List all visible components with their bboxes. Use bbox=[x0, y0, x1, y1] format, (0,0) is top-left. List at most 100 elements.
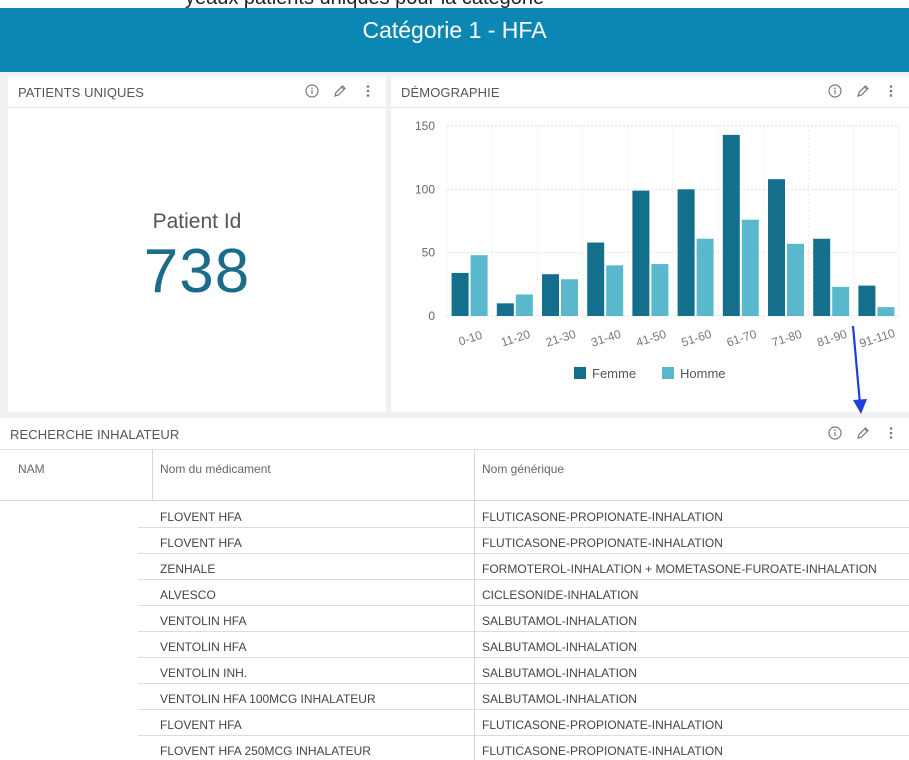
widget-title: PATIENTS UNIQUES bbox=[18, 85, 145, 100]
info-icon[interactable] bbox=[304, 83, 320, 99]
x-tick-label: 61-70 bbox=[725, 327, 759, 350]
bar-femme bbox=[722, 134, 740, 316]
drug-name-cell: VENTOLIN INH. bbox=[160, 666, 248, 680]
kpi-value: 738 bbox=[143, 237, 251, 306]
bar-homme bbox=[832, 286, 850, 316]
bar-femme bbox=[542, 274, 559, 316]
bar-femme bbox=[768, 179, 785, 316]
generic-name-cell: SALBUTAMOL-INHALATION bbox=[482, 640, 637, 654]
inhaler-table: NAM Nom du médicament Nom générique FLOV… bbox=[0, 450, 909, 760]
widget-title: RECHERCHE INHALATEUR bbox=[10, 427, 180, 442]
page-header: Catégorie 1 - HFA bbox=[0, 8, 909, 72]
bar-femme bbox=[496, 303, 514, 316]
generic-name-cell: SALBUTAMOL-INHALATION bbox=[482, 666, 637, 680]
y-tick-label: 150 bbox=[415, 119, 435, 133]
bar-homme bbox=[877, 307, 895, 316]
bar-femme bbox=[632, 190, 650, 316]
x-tick-label: 0-10 bbox=[457, 328, 484, 349]
drug-name-cell: VENTOLIN HFA bbox=[160, 640, 247, 654]
drug-name-cell: ALVESCO bbox=[160, 588, 216, 602]
more-vertical-icon[interactable] bbox=[883, 83, 899, 99]
generic-name-cell: CICLESONIDE-INHALATION bbox=[482, 588, 639, 602]
drug-name-cell: VENTOLIN HFA bbox=[160, 614, 247, 628]
table-row[interactable]: VENTOLIN INH. SALBUTAMOL-INHALATION bbox=[138, 658, 909, 684]
pencil-icon[interactable] bbox=[332, 83, 348, 99]
info-icon[interactable] bbox=[827, 83, 843, 99]
bar-femme bbox=[813, 238, 831, 316]
x-tick-label: 31-40 bbox=[589, 327, 623, 350]
drug-name-cell: ZENHALE bbox=[160, 562, 216, 576]
table-row[interactable]: FLOVENT HFA FLUTICASONE-PROPIONATE-INHALA… bbox=[138, 528, 909, 554]
bar-homme bbox=[561, 279, 578, 316]
drug-name-cell: VENTOLIN HFA 100MCG INHALATEUR bbox=[160, 692, 376, 706]
column-header-drug-name[interactable]: Nom du médicament bbox=[160, 462, 271, 476]
more-vertical-icon[interactable] bbox=[883, 425, 899, 441]
more-vertical-icon[interactable] bbox=[360, 83, 376, 99]
generic-name-cell: FLUTICASONE-PROPIONATE-INHALATION bbox=[482, 718, 723, 732]
generic-name-cell: FLUTICASONE-PROPIONATE-INHALATION bbox=[482, 536, 723, 550]
generic-name-cell: SALBUTAMOL-INHALATION bbox=[482, 614, 637, 628]
widget-title: DÉMOGRAPHIE bbox=[401, 85, 500, 100]
drug-name-cell: FLOVENT HFA 250MCG INHALATEUR bbox=[160, 744, 371, 758]
widget-header: DÉMOGRAPHIE bbox=[391, 76, 909, 108]
patients-widget: PATIENTS UNIQUES Patient Id 738 bbox=[8, 76, 386, 412]
kpi-label: Patient Id bbox=[152, 210, 242, 233]
top-strip: yeaux patients uniques pour la catégorie bbox=[0, 0, 909, 8]
legend-swatch bbox=[662, 367, 674, 379]
bar-homme bbox=[606, 265, 624, 316]
table-header: NAM Nom du médicament Nom générique bbox=[0, 450, 909, 501]
bar-homme bbox=[696, 238, 714, 316]
y-tick-label: 0 bbox=[428, 309, 435, 323]
table-row[interactable]: ALVESCO CICLESONIDE-INHALATION bbox=[138, 580, 909, 606]
x-tick-label: 21-30 bbox=[544, 327, 578, 350]
inhaler-search-widget: RECHERCHE INHALATEUR NAM Nom du médicame… bbox=[0, 418, 909, 760]
drug-name-cell: FLOVENT HFA bbox=[160, 510, 242, 524]
page-title: Catégorie 1 - HFA bbox=[362, 17, 547, 43]
drug-name-cell: FLOVENT HFA bbox=[160, 536, 242, 550]
generic-name-cell: SALBUTAMOL-INHALATION bbox=[482, 692, 637, 706]
pencil-icon[interactable] bbox=[855, 425, 871, 441]
bar-homme bbox=[741, 219, 759, 316]
bar-femme bbox=[587, 242, 605, 316]
column-divider bbox=[152, 450, 153, 501]
bar-homme bbox=[470, 255, 488, 316]
y-tick-label: 50 bbox=[422, 246, 436, 260]
pencil-icon[interactable] bbox=[855, 83, 871, 99]
bar-homme bbox=[515, 294, 533, 316]
demographics-widget: DÉMOGRAPHIE 0 50 100 150 0-10 11-20 21-30 31-40… bbox=[391, 76, 909, 412]
x-tick-label: 11-20 bbox=[499, 327, 532, 350]
x-tick-label: 41-50 bbox=[634, 327, 668, 350]
y-tick-label: 100 bbox=[415, 182, 435, 196]
generic-name-cell: FLUTICASONE-PROPIONATE-INHALATION bbox=[482, 744, 723, 758]
drug-name-cell: FLOVENT HFA bbox=[160, 718, 242, 732]
table-row[interactable]: VENTOLIN HFA SALBUTAMOL-INHALATION bbox=[138, 632, 909, 658]
demographics-bar-chart: 0 50 100 150 0-10 11-20 21-30 31-40 41-50 51-60 61… bbox=[415, 119, 900, 381]
x-tick-label: 91-110 bbox=[858, 326, 897, 351]
column-header-generic-name[interactable]: Nom générique bbox=[482, 462, 564, 476]
table-row[interactable]: VENTOLIN HFA SALBUTAMOL-INHALATION bbox=[138, 606, 909, 632]
table-row[interactable]: FLOVENT HFA 250MCG INHALATEUR FLUTICASONE… bbox=[138, 736, 909, 760]
legend-label: Femme bbox=[592, 366, 636, 381]
x-tick-label: 51-60 bbox=[680, 327, 714, 350]
x-tick-label: 71-80 bbox=[770, 327, 804, 350]
clipped-instruction-text: yeaux patients uniques pour la catégorie bbox=[185, 0, 544, 8]
bar-femme bbox=[677, 189, 695, 316]
table-row[interactable]: VENTOLIN HFA 100MCG INHALATEUR SALBUTAMOL… bbox=[138, 684, 909, 710]
legend-swatch bbox=[574, 367, 586, 379]
bar-femme bbox=[858, 285, 876, 316]
generic-name-cell: FORMOTEROL-INHALATION + MOMETASONE-FUROA… bbox=[482, 562, 877, 576]
bar-homme bbox=[651, 264, 669, 316]
bar-homme bbox=[787, 243, 804, 316]
column-divider bbox=[474, 501, 475, 760]
table-row[interactable]: FLOVENT HFA FLUTICASONE-PROPIONATE-INHALA… bbox=[138, 710, 909, 736]
widget-header: PATIENTS UNIQUES bbox=[8, 76, 386, 108]
info-icon[interactable] bbox=[827, 425, 843, 441]
bar-femme bbox=[451, 272, 469, 316]
table-row[interactable]: FLOVENT HFA FLUTICASONE-PROPIONATE-INHALA… bbox=[138, 502, 909, 528]
table-row[interactable]: ZENHALE FORMOTEROL-INHALATION + MOMETASON… bbox=[138, 554, 909, 580]
x-tick-label: 81-90 bbox=[815, 327, 849, 350]
column-divider bbox=[474, 450, 475, 501]
generic-name-cell: FLUTICASONE-PROPIONATE-INHALATION bbox=[482, 510, 723, 524]
widget-header: RECHERCHE INHALATEUR bbox=[0, 418, 909, 450]
column-header-nam[interactable]: NAM bbox=[18, 462, 45, 476]
